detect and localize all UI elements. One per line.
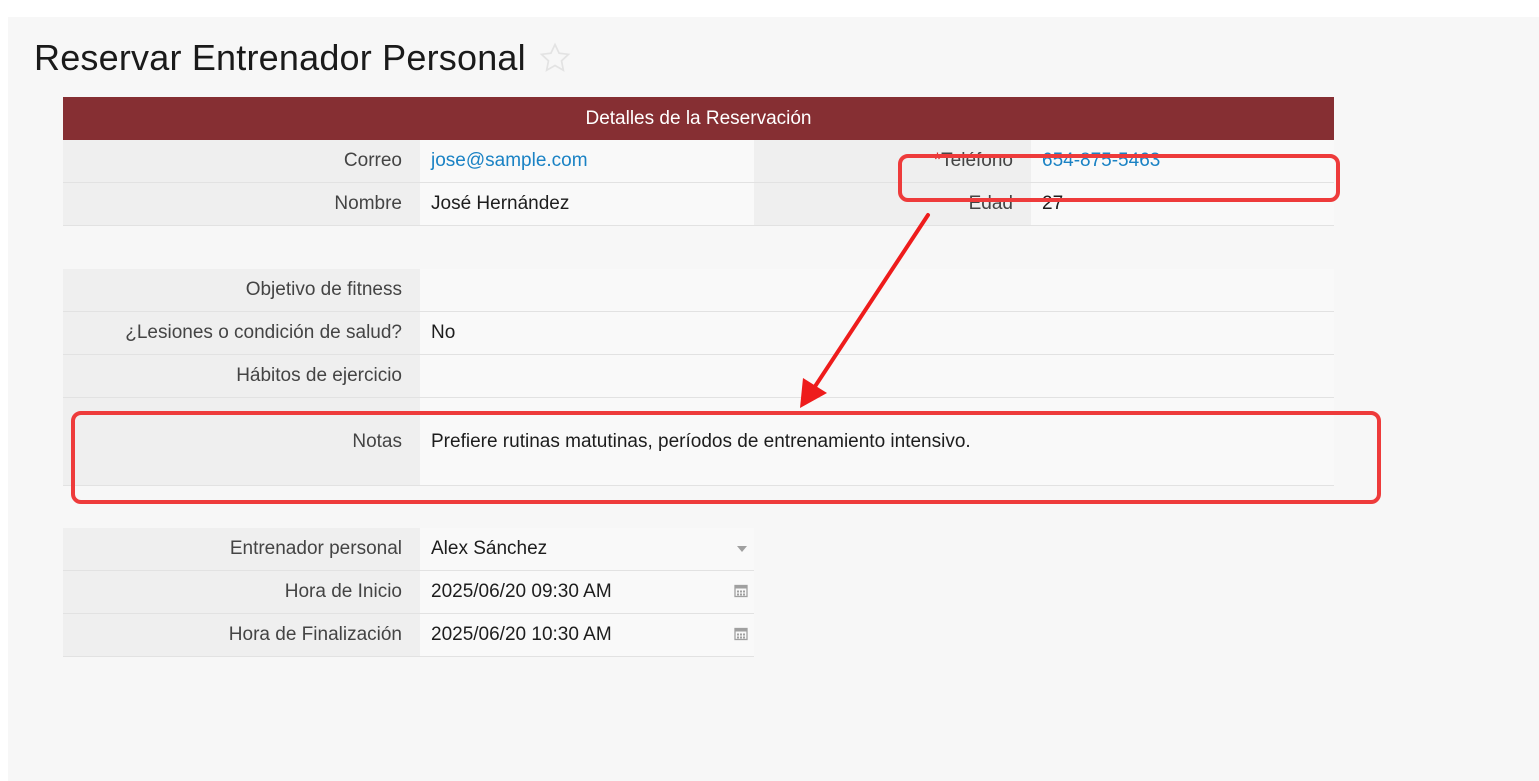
start-row: Hora de Inicio 2025/06/20 09:30 AM bbox=[63, 571, 754, 614]
name-age-row: Nombre José Hernández Edad 27 bbox=[63, 183, 1334, 226]
end-label: Hora de Finalización bbox=[63, 614, 420, 656]
notes-label: Notas bbox=[63, 398, 420, 485]
name-value[interactable]: José Hernández bbox=[420, 183, 754, 225]
start-datetime-value: 2025/06/20 09:30 AM bbox=[431, 581, 612, 602]
favorite-star-icon[interactable] bbox=[538, 41, 572, 75]
goal-row: Objetivo de fitness bbox=[63, 269, 1334, 312]
caret-down-icon[interactable] bbox=[736, 542, 748, 556]
injuries-label: ¿Lesiones o condición de salud? bbox=[63, 312, 420, 354]
required-marker: * bbox=[933, 150, 942, 171]
page-title: Reservar Entrenador Personal bbox=[34, 37, 526, 78]
title-row: Reservar Entrenador Personal bbox=[34, 36, 572, 80]
injuries-value[interactable]: No bbox=[420, 312, 1334, 354]
phone-label-text: Teléfono bbox=[941, 150, 1013, 171]
habits-label: Hábitos de ejercicio bbox=[63, 355, 420, 397]
end-datetime-field[interactable]: 2025/06/20 10:30 AM bbox=[420, 614, 754, 656]
trainer-row: Entrenador personal Alex Sánchez bbox=[63, 528, 754, 571]
start-datetime-field[interactable]: 2025/06/20 09:30 AM bbox=[420, 571, 754, 613]
trainer-select[interactable]: Alex Sánchez bbox=[420, 528, 754, 570]
trainer-selected-value: Alex Sánchez bbox=[431, 538, 548, 559]
calendar-icon[interactable] bbox=[734, 584, 748, 601]
age-label: Edad bbox=[754, 183, 1031, 225]
email-label: Correo bbox=[63, 140, 420, 182]
age-value[interactable]: 27 bbox=[1031, 183, 1334, 225]
notes-value[interactable]: Prefiere rutinas matutinas, períodos de … bbox=[420, 398, 1334, 485]
calendar-icon[interactable] bbox=[734, 627, 748, 644]
end-datetime-value: 2025/06/20 10:30 AM bbox=[431, 624, 612, 645]
trainer-label: Entrenador personal bbox=[63, 528, 420, 570]
end-row: Hora de Finalización 2025/06/20 10:30 AM bbox=[63, 614, 754, 657]
phone-link[interactable]: 654-875-5463 bbox=[1042, 150, 1160, 172]
email-link[interactable]: jose@sample.com bbox=[431, 150, 588, 172]
habits-row: Hábitos de ejercicio bbox=[63, 355, 1334, 398]
goal-value[interactable] bbox=[420, 269, 1334, 311]
start-label: Hora de Inicio bbox=[63, 571, 420, 613]
goal-label: Objetivo de fitness bbox=[63, 269, 420, 311]
email-value[interactable]: jose@sample.com bbox=[420, 140, 754, 182]
section-header: Detalles de la Reservación bbox=[63, 97, 1334, 140]
name-label: Nombre bbox=[63, 183, 420, 225]
phone-label: * Teléfono bbox=[754, 140, 1031, 182]
phone-value[interactable]: 654-875-5463 bbox=[1031, 140, 1334, 182]
email-phone-row: Correo jose@sample.com * Teléfono 654-875… bbox=[63, 140, 1334, 183]
habits-value[interactable] bbox=[420, 355, 1334, 397]
notes-row: Notas Prefiere rutinas matutinas, períod… bbox=[63, 398, 1334, 486]
injuries-row: ¿Lesiones o condición de salud? No bbox=[63, 312, 1334, 355]
